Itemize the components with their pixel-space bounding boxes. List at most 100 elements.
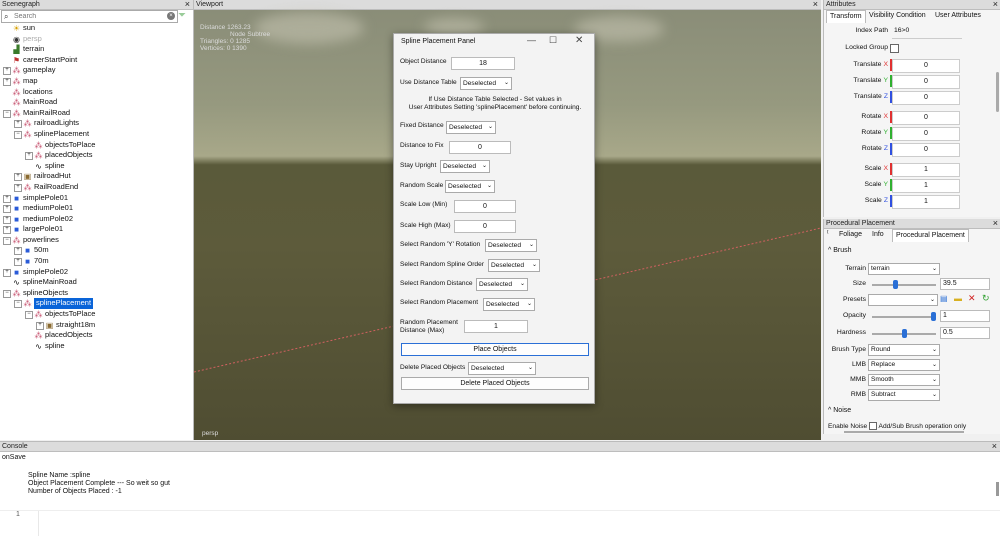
random-y-rotation-select[interactable]: Deselected ⌄ [485, 239, 537, 252]
transform-value-field[interactable]: 1 [892, 195, 960, 209]
tree-node[interactable]: + ■ largePole01 [0, 224, 193, 235]
random-placement-distance-input[interactable]: 1 [464, 320, 528, 333]
hardness-value[interactable]: 0.5 [940, 327, 990, 339]
tree-node[interactable]: + ■ simplePole01 [0, 193, 193, 204]
brush-section[interactable]: ^ Brush [828, 247, 852, 254]
tab-visibility-condition[interactable]: Visibility Condition [866, 10, 929, 22]
clear-icon[interactable]: × [167, 12, 175, 20]
scale-high-input[interactable]: 0 [454, 220, 516, 233]
tree-node[interactable]: + ⁂ RailRoadEnd [0, 182, 193, 193]
scrollbar[interactable] [996, 482, 999, 496]
close-icon[interactable]: × [993, 0, 998, 9]
expand-icon[interactable]: + [3, 67, 11, 76]
tab-procedural-placement[interactable]: Procedural Placement [892, 229, 969, 242]
tree-node[interactable]: − ⁂ splinePlacement [0, 298, 193, 310]
tree-node[interactable]: ☀ sun [0, 23, 193, 34]
enable-noise-checkbox[interactable] [869, 422, 878, 430]
tree-node[interactable]: + ■ 70m [0, 256, 193, 267]
use-distance-table-select[interactable]: Deselected ⌄ [460, 77, 512, 90]
hardness-slider-handle[interactable] [901, 329, 907, 338]
expand-icon[interactable]: + [3, 205, 11, 214]
tree-node[interactable]: + ⁂ railroadLights [0, 118, 193, 129]
script-editor[interactable]: 1 [0, 510, 1000, 536]
transform-value-field[interactable]: 0 [892, 59, 960, 73]
close-icon[interactable]: ✕ [575, 35, 583, 46]
search-box[interactable]: ⌕ × [1, 10, 178, 23]
expand-icon[interactable]: + [3, 194, 11, 203]
size-slider[interactable] [872, 280, 936, 289]
random-spline-order-select[interactable]: Deselected ⌄ [488, 259, 540, 272]
expand-icon[interactable]: + [3, 77, 11, 86]
expand-icon[interactable]: + [14, 173, 22, 182]
expand-icon[interactable]: + [14, 247, 22, 256]
tree-node[interactable]: + ▣ straight18m [0, 320, 193, 331]
tree-node[interactable]: − ⁂ splinePlacement [0, 129, 193, 140]
rmb-select[interactable]: Subtract ⌄ [868, 389, 940, 401]
random-distance-select[interactable]: Deselected ⌄ [476, 278, 528, 291]
tree-node[interactable]: ⁂ placedObjects [0, 330, 193, 341]
opacity-slider-handle[interactable] [931, 312, 936, 321]
expand-icon[interactable]: + [3, 268, 11, 277]
tab-menu-icon[interactable]: ᵗ [827, 230, 829, 237]
close-icon[interactable]: × [993, 219, 998, 228]
expand-icon[interactable]: + [14, 183, 22, 192]
search-input[interactable] [14, 11, 164, 21]
fixed-distance-select[interactable]: Deselected ⌄ [446, 121, 496, 134]
scrollbar[interactable] [996, 72, 999, 112]
collapse-icon[interactable]: − [3, 109, 11, 118]
tree-node[interactable]: + ■ 50m [0, 245, 193, 256]
expand-icon[interactable]: + [3, 215, 11, 224]
tree-node[interactable]: − ⁂ powerlines [0, 235, 193, 246]
maximize-icon[interactable]: ☐ [549, 35, 557, 46]
tree-node[interactable]: + ⁂ map [0, 76, 193, 87]
stay-upright-select[interactable]: Deselected ⌄ [440, 160, 490, 173]
close-icon[interactable]: × [992, 442, 997, 451]
tree-node[interactable]: ▟ terrain [0, 44, 193, 55]
tree-node[interactable]: ∿ spline [0, 341, 193, 352]
noise-section[interactable]: ^ Noise [828, 407, 851, 414]
collapse-icon[interactable]: − [25, 311, 33, 320]
random-placement-select[interactable]: Deselected ⌄ [483, 298, 535, 311]
tab-transform[interactable]: Transform [826, 10, 866, 23]
hardness-slider[interactable] [872, 329, 936, 338]
tree-node[interactable]: ∿ spline [0, 161, 193, 172]
tree-node[interactable]: ⚑ careerStartPoint [0, 55, 193, 66]
place-objects-button[interactable]: Place Objects [401, 343, 589, 356]
expand-icon[interactable]: + [14, 258, 22, 267]
delete-placed-objects-button[interactable]: Delete Placed Objects [401, 377, 589, 390]
tree-node[interactable]: ⁂ locations [0, 87, 193, 98]
size-value[interactable]: 39.5 [940, 278, 990, 290]
delete-placed-objects-select[interactable]: Deselected ⌄ [468, 362, 536, 375]
collapse-icon[interactable]: − [14, 300, 22, 309]
transform-value-field[interactable]: 0 [892, 127, 960, 141]
expand-icon[interactable]: + [14, 120, 22, 129]
transform-value-field[interactable]: 1 [892, 179, 960, 193]
close-icon[interactable]: × [185, 0, 190, 9]
minimize-icon[interactable]: — [527, 35, 536, 45]
filter-icon[interactable]: ⏷ [178, 10, 186, 21]
expand-icon[interactable]: + [3, 226, 11, 235]
scale-low-input[interactable]: 0 [454, 200, 516, 213]
collapse-icon[interactable]: − [14, 130, 22, 139]
transform-value-field[interactable]: 0 [892, 75, 960, 89]
tree-node[interactable]: ⁂ objectsToPlace [0, 140, 193, 151]
close-icon[interactable]: × [813, 0, 818, 9]
expand-icon[interactable]: + [25, 152, 33, 161]
collapse-icon[interactable]: − [3, 289, 11, 298]
lmb-select[interactable]: Replace ⌄ [868, 359, 940, 371]
tab-info[interactable]: Info [869, 229, 887, 241]
transform-value-field[interactable]: 0 [892, 143, 960, 157]
distance-to-fix-input[interactable]: 0 [449, 141, 511, 154]
expand-icon[interactable]: + [36, 321, 44, 330]
tree-node[interactable]: − ⁂ MainRailRoad [0, 108, 193, 119]
tree-node[interactable]: + ■ mediumPole01 [0, 203, 193, 214]
locked-group-checkbox[interactable] [890, 44, 899, 53]
refresh-icon[interactable]: ↻ [982, 293, 990, 304]
delete-icon[interactable]: ✕ [968, 293, 976, 304]
tree-node[interactable]: − ⁂ objectsToPlace [0, 309, 193, 320]
tree-node[interactable]: + ⁂ placedObjects [0, 150, 193, 161]
terrain-select[interactable]: terrain ⌄ [868, 263, 940, 275]
tree-node[interactable]: ⁂ MainRoad [0, 97, 193, 108]
size-slider-handle[interactable] [892, 280, 898, 289]
tree-node[interactable]: + ■ mediumPole02 [0, 214, 193, 225]
